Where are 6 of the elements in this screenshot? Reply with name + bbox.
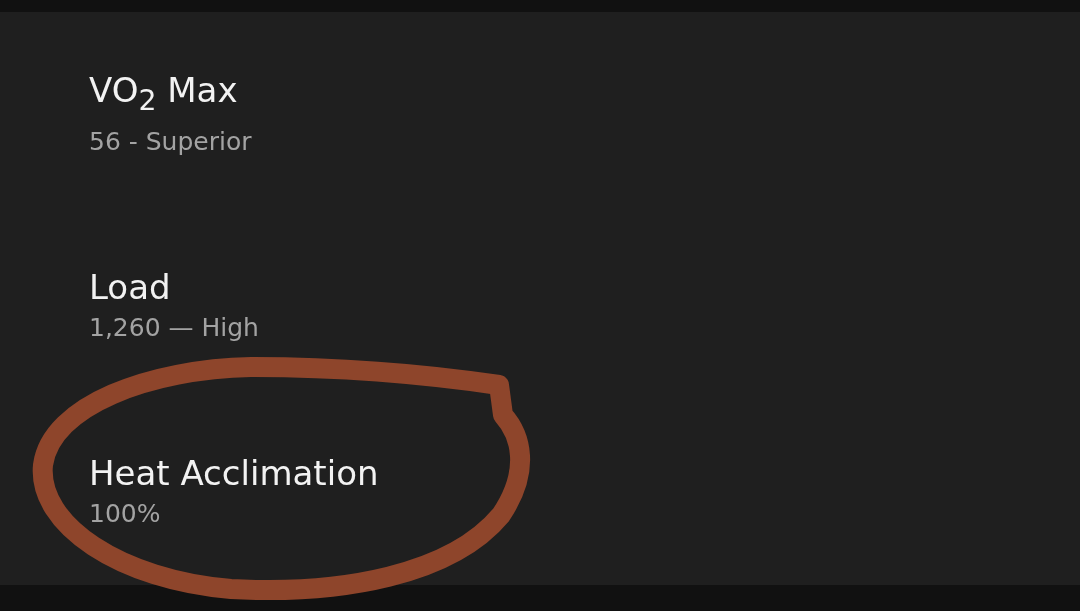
item-value: 100% [89,497,162,530]
item-value: 1,260 — High [89,311,259,344]
item-title: Heat Acclimation [89,451,379,495]
item-title: VO$_{2}$ Max [89,69,239,119]
item-title: Load [89,265,172,309]
item-value: 56 - Superior [89,125,252,158]
